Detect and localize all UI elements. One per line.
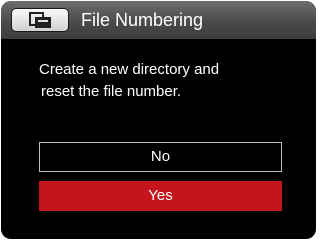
message-line-2: reset the file number. xyxy=(41,83,182,100)
page-title: File Numbering xyxy=(81,10,204,30)
menu-header: File Numbering xyxy=(1,1,316,39)
camera-menu-screen: File Numbering Create a new directory an… xyxy=(1,1,316,239)
file-folder-icon xyxy=(29,12,51,28)
dialog-message: Create a new directory and reset the fil… xyxy=(39,59,219,103)
yes-button[interactable]: Yes xyxy=(39,181,282,211)
message-line-1: Create a new directory and xyxy=(39,61,220,78)
menu-mode-tab[interactable] xyxy=(11,8,69,32)
no-button[interactable]: No xyxy=(39,142,282,172)
